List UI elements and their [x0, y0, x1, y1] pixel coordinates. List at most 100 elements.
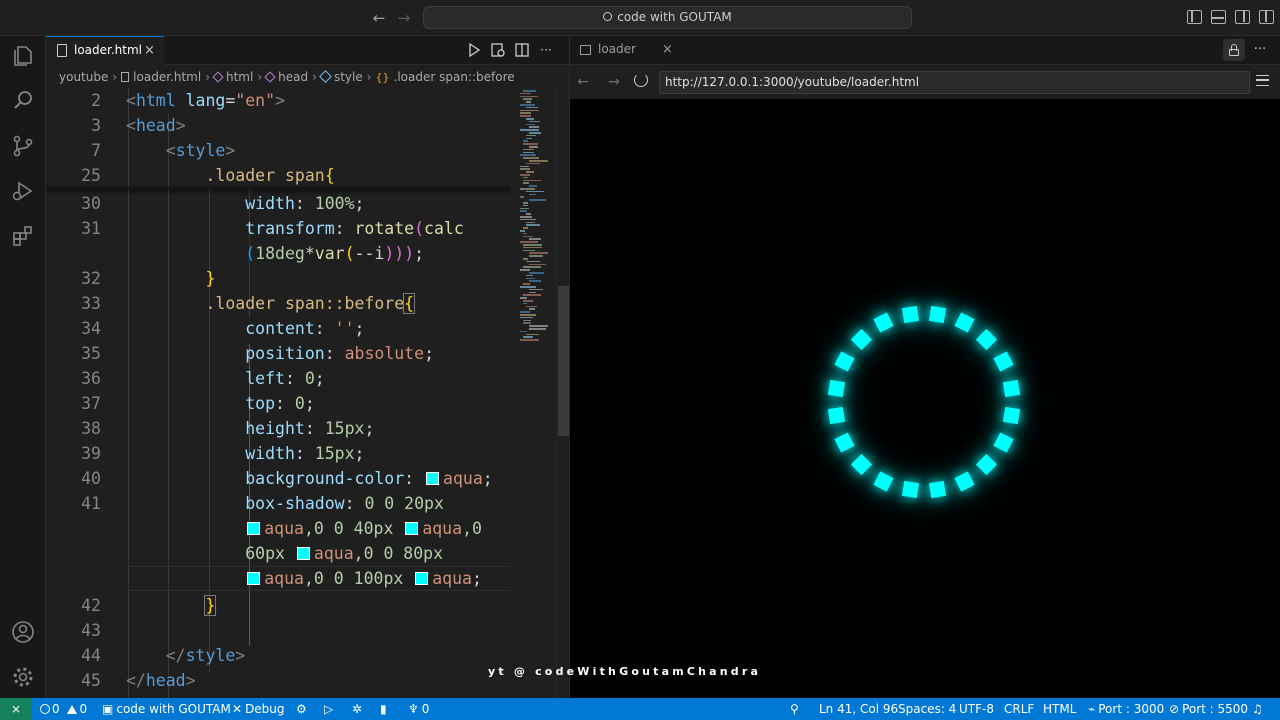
delete-status-icon[interactable]: ▮ — [380, 698, 387, 720]
settings-status-icon[interactable]: ⚙ — [296, 698, 307, 720]
code-editor[interactable]: 2 <html lang="en"> 3 <head> 7 <style> 25 .… — [46, 88, 514, 698]
more-actions-icon[interactable]: ··· — [1250, 40, 1270, 60]
language-mode[interactable]: HTML — [1043, 698, 1076, 720]
toggle-primary-sidebar-icon[interactable] — [1187, 10, 1202, 24]
minimap-line — [520, 216, 532, 218]
color-swatch[interactable] — [426, 472, 440, 485]
notifications-bell-icon[interactable]: ♫ — [1252, 698, 1263, 720]
live-server-port-3000[interactable]: ⌁ Port : 3000 — [1088, 698, 1164, 720]
open-preview-icon[interactable] — [490, 42, 506, 58]
breadcrumb-style[interactable]: style — [334, 70, 363, 84]
minimap-line — [520, 92, 532, 95]
loader-dot — [850, 454, 872, 476]
more-actions-icon[interactable]: ··· — [538, 42, 554, 58]
branch-status[interactable]: ▣ code with GOUTAM — [102, 698, 231, 720]
browser-back-icon[interactable]: ← — [573, 72, 593, 92]
breadcrumb: youtube › loader.html › html › head › style ›{} .l… — [59, 70, 515, 84]
scrollbar-thumb[interactable] — [558, 286, 569, 436]
minimap-line — [529, 308, 535, 310]
breadcrumb-html[interactable]: html — [226, 70, 253, 84]
minimap-line — [529, 252, 548, 254]
run-and-debug-icon[interactable] — [11, 179, 35, 203]
live-server-port-5500[interactable]: ⊘ Port : 5500 — [1169, 698, 1248, 720]
encoding-status[interactable]: UTF-8 — [959, 698, 994, 720]
zoom-search-icon[interactable]: ⚲ — [790, 698, 799, 720]
lock-group-icon[interactable] — [1223, 39, 1245, 61]
minimap-line — [523, 98, 532, 100]
tab-close-icon[interactable]: × — [144, 37, 155, 64]
minimap-line — [520, 339, 539, 341]
extensions-icon[interactable] — [11, 224, 35, 248]
loader-dot — [993, 351, 1014, 372]
split-editor-icon[interactable] — [514, 42, 530, 58]
tab-loader-preview[interactable]: loader × — [570, 36, 688, 65]
minimap-line — [520, 188, 536, 190]
loader-dot — [1003, 379, 1021, 397]
search-icon[interactable] — [11, 88, 35, 112]
code-line: 40 background-color: aqua; — [81, 469, 493, 488]
editor-tab-bar: loader.html × ··· — [46, 36, 570, 65]
minimap-line — [520, 95, 539, 98]
forward-arrow-icon[interactable]: → — [394, 8, 414, 28]
breadcrumb-folder[interactable]: youtube — [59, 70, 108, 84]
url-input[interactable]: http://127.0.0.1:3000/youtube/loader.htm… — [659, 71, 1250, 94]
minimap-line — [529, 199, 547, 201]
bug-status-icon[interactable]: ✲ — [352, 698, 362, 720]
indentation-status[interactable]: Spaces: 4 — [898, 698, 956, 720]
minimap[interactable] — [514, 88, 554, 348]
minimap-line — [520, 269, 530, 271]
no-entry-icon: ⊘ — [1169, 702, 1180, 716]
breadcrumb-selector[interactable]: .loader span::before — [394, 70, 515, 84]
loader-dot — [993, 432, 1014, 453]
problems-status[interactable]: 0 0 — [40, 698, 87, 720]
color-swatch[interactable] — [415, 572, 429, 585]
warning-icon — [67, 705, 78, 714]
activity-bar — [0, 36, 46, 698]
minimap-line — [520, 112, 532, 114]
minimap-line — [523, 246, 543, 249]
command-center-search[interactable]: code with GOUTAM — [423, 6, 912, 29]
source-control-icon[interactable] — [11, 134, 35, 158]
minimap-line — [523, 182, 529, 184]
color-swatch[interactable] — [247, 572, 261, 585]
browser-toolbar: ← → http://127.0.0.1:3000/youtube/loader… — [570, 66, 1280, 99]
color-swatch[interactable] — [247, 522, 261, 535]
back-arrow-icon[interactable]: ← — [369, 8, 389, 28]
color-swatch[interactable] — [405, 522, 419, 535]
eol-status[interactable]: CRLF — [1004, 698, 1034, 720]
cursor-position[interactable]: Ln 41, Col 96 — [819, 698, 898, 720]
code-line: 43 — [81, 621, 101, 640]
minimap-line — [529, 280, 542, 282]
minimap-line — [520, 311, 531, 313]
editor-scrollbar[interactable] — [556, 88, 569, 698]
loader-dot — [929, 305, 947, 323]
breadcrumb-file[interactable]: loader.html — [133, 70, 201, 84]
reload-icon[interactable] — [634, 73, 648, 87]
code-line-wrapped: aqua,0 0 100px aqua; — [46, 566, 514, 591]
minimap-line — [523, 227, 529, 229]
explorer-icon[interactable] — [11, 44, 35, 68]
manage-gear-icon[interactable] — [11, 665, 35, 689]
color-swatch[interactable] — [296, 547, 310, 560]
ports-status[interactable]: ♆ 0 — [408, 698, 429, 720]
remote-indicator-icon[interactable]: ⨯ — [0, 698, 32, 720]
preview-tab-close-icon[interactable]: × — [662, 36, 673, 63]
minimap-line — [523, 140, 529, 142]
run-status-icon[interactable]: ▷ — [324, 698, 333, 720]
code-line: 41 box-shadow: 0 0 20px — [81, 494, 444, 513]
minimap-line — [529, 146, 539, 148]
minimap-line — [523, 249, 535, 252]
account-icon[interactable] — [11, 620, 35, 644]
customize-layout-icon[interactable] — [1259, 10, 1274, 24]
toggle-panel-icon[interactable] — [1211, 10, 1226, 24]
tab-loader-html[interactable]: loader.html × — [46, 36, 164, 65]
breadcrumb-head[interactable]: head — [278, 70, 308, 84]
minimap-line — [529, 263, 546, 266]
browser-menu-icon[interactable] — [1256, 75, 1269, 86]
run-file-icon[interactable] — [466, 42, 482, 58]
toggle-secondary-sidebar-icon[interactable] — [1235, 10, 1250, 24]
debug-status[interactable]: ✕ Debug — [232, 698, 285, 720]
browser-forward-icon[interactable]: → — [604, 72, 624, 92]
minimap-line — [520, 174, 530, 176]
code-line: 33 .loader span::before{ — [81, 293, 416, 314]
